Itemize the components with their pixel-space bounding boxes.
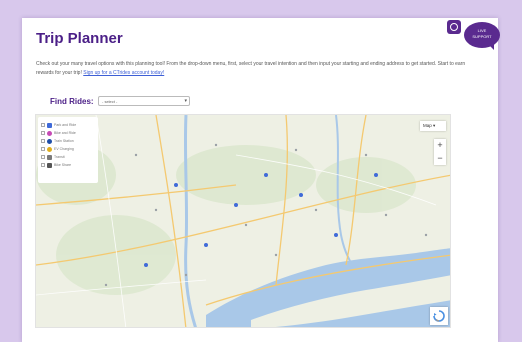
accessibility-button[interactable] (447, 20, 461, 34)
bike-ride-icon (47, 130, 52, 136)
page-title: Trip Planner (36, 30, 123, 47)
map-type-label: Map (423, 123, 432, 128)
legend-label: Park and Ride (54, 123, 77, 127)
legend-label: EV Charging (54, 147, 74, 151)
signup-link[interactable]: Sign up for a CTrides account today! (83, 70, 164, 76)
legend-label: Bike Share (54, 163, 72, 167)
map-type-dropdown[interactable]: Map ▾ (420, 121, 446, 131)
trip-planner-page: Trip Planner Check out your many travel … (22, 18, 498, 342)
legend-label: Bike and Ride (54, 131, 76, 135)
ev-charging-icon (47, 146, 52, 152)
legend-item[interactable]: Bike and Ride (41, 129, 95, 137)
legend-checkbox[interactable] (41, 163, 45, 167)
train-icon (47, 138, 52, 144)
legend-item[interactable]: EV Charging (41, 145, 95, 153)
legend-checkbox[interactable] (41, 131, 45, 135)
legend-label: Transit (54, 155, 65, 159)
map-legend: Park and Ride Bike and Ride Train Statio… (38, 117, 98, 183)
intro-text-block: Check out your many travel options with … (36, 60, 476, 78)
legend-item[interactable]: Bike Share (41, 161, 95, 169)
zoom-out-button[interactable]: − (434, 152, 446, 165)
legend-item[interactable]: Train Station (41, 137, 95, 145)
park-ride-icon (47, 122, 52, 128)
map-view[interactable]: Park and Ride Bike and Ride Train Statio… (35, 114, 451, 328)
legend-item[interactable]: Transit (41, 153, 95, 161)
accessibility-icon (450, 23, 458, 31)
chevron-down-icon: ▾ (184, 98, 187, 104)
legend-checkbox[interactable] (41, 139, 45, 143)
transit-icon (47, 154, 52, 160)
map-canvas (36, 115, 450, 327)
legend-item[interactable]: Park and Ride (41, 121, 95, 129)
find-rides-selected-value: - select - (102, 99, 118, 104)
recaptcha-badge[interactable] (430, 307, 448, 325)
find-rides-select[interactable]: - select - ▾ (98, 96, 190, 106)
live-support-button[interactable]: LIVE SUPPORT (464, 22, 500, 50)
legend-label: Train Station (54, 139, 74, 143)
zoom-in-button[interactable]: + (434, 139, 446, 152)
bike-share-icon (47, 162, 52, 168)
live-support-line2: SUPPORT (472, 34, 492, 39)
chevron-down-icon: ▾ (433, 123, 436, 128)
zoom-controls: + − (434, 139, 446, 165)
legend-checkbox[interactable] (41, 147, 45, 151)
legend-checkbox[interactable] (41, 123, 45, 127)
find-rides-label: Find Rides: (50, 97, 94, 106)
recaptcha-icon (433, 310, 445, 322)
legend-checkbox[interactable] (41, 155, 45, 159)
